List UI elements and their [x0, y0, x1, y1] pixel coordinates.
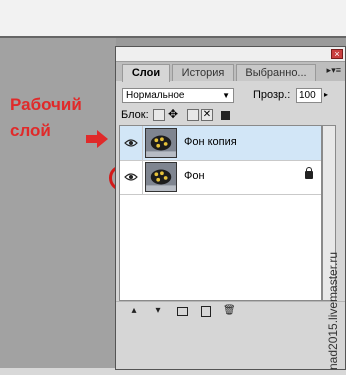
new-folder-icon[interactable]	[177, 307, 188, 316]
panel-titlebar[interactable]: ×	[116, 47, 345, 62]
layer-name: Фон	[184, 170, 205, 182]
tab-selected[interactable]: Выбранно...	[236, 64, 316, 81]
opacity-label: Прозр.:	[253, 89, 291, 101]
link-layers-icon[interactable]: ▴	[128, 305, 140, 316]
panel-bottom-bar: ▴ ▾ 🗑	[116, 301, 345, 318]
lock-icon	[305, 167, 313, 179]
layers-list: Фон копия Фон	[119, 125, 322, 301]
layer-thumbnail	[145, 162, 177, 192]
tab-bar: Слои История Выбранно... ▸ ▾≡	[116, 62, 345, 82]
close-icon[interactable]: ×	[331, 49, 343, 59]
eye-icon[interactable]	[124, 172, 138, 182]
annotation-line-1: Рабочий	[10, 95, 82, 114]
opacity-dropdown-icon[interactable]: ▸	[324, 90, 328, 99]
layer-style-icon[interactable]: ▾	[152, 305, 164, 316]
lock-icon[interactable]	[221, 111, 230, 120]
opacity-input[interactable]: 100	[296, 88, 322, 103]
divider	[142, 126, 143, 160]
lock-pixels-icon[interactable]	[187, 109, 199, 121]
watermark-text: nad2015.livemaster.ru	[326, 251, 340, 370]
lock-label: Блок:	[121, 109, 149, 121]
lock-transparency-icon[interactable]	[153, 109, 165, 121]
tab-layers[interactable]: Слои	[122, 64, 170, 82]
layer-name: Фон копия	[184, 136, 237, 148]
top-toolbar	[0, 0, 346, 38]
blend-mode-value: Нормальное	[126, 90, 185, 101]
divider	[142, 160, 143, 194]
trash-icon[interactable]: 🗑	[223, 305, 236, 316]
lock-position-icon[interactable]: ✥	[167, 108, 179, 121]
layer-row[interactable]: Фон копия	[120, 126, 321, 161]
layer-thumbnail	[145, 128, 177, 158]
canvas-area	[0, 38, 116, 368]
blend-mode-select[interactable]: Нормальное ▼	[122, 88, 234, 103]
arrow-right-icon	[86, 130, 108, 148]
watermark: nad2015.livemaster.ru	[326, 210, 340, 370]
layer-row[interactable]: Фон	[120, 160, 321, 195]
new-layer-icon[interactable]	[201, 306, 211, 317]
eye-icon[interactable]	[124, 138, 138, 148]
lock-all-icon[interactable]: ✕	[201, 109, 213, 121]
chevron-down-icon: ▼	[222, 91, 230, 100]
layers-panel: × Слои История Выбранно... ▸ ▾≡ Нормальн…	[115, 46, 346, 370]
panel-menu-icon[interactable]: ▾≡	[331, 65, 341, 76]
tab-history[interactable]: История	[172, 64, 234, 81]
